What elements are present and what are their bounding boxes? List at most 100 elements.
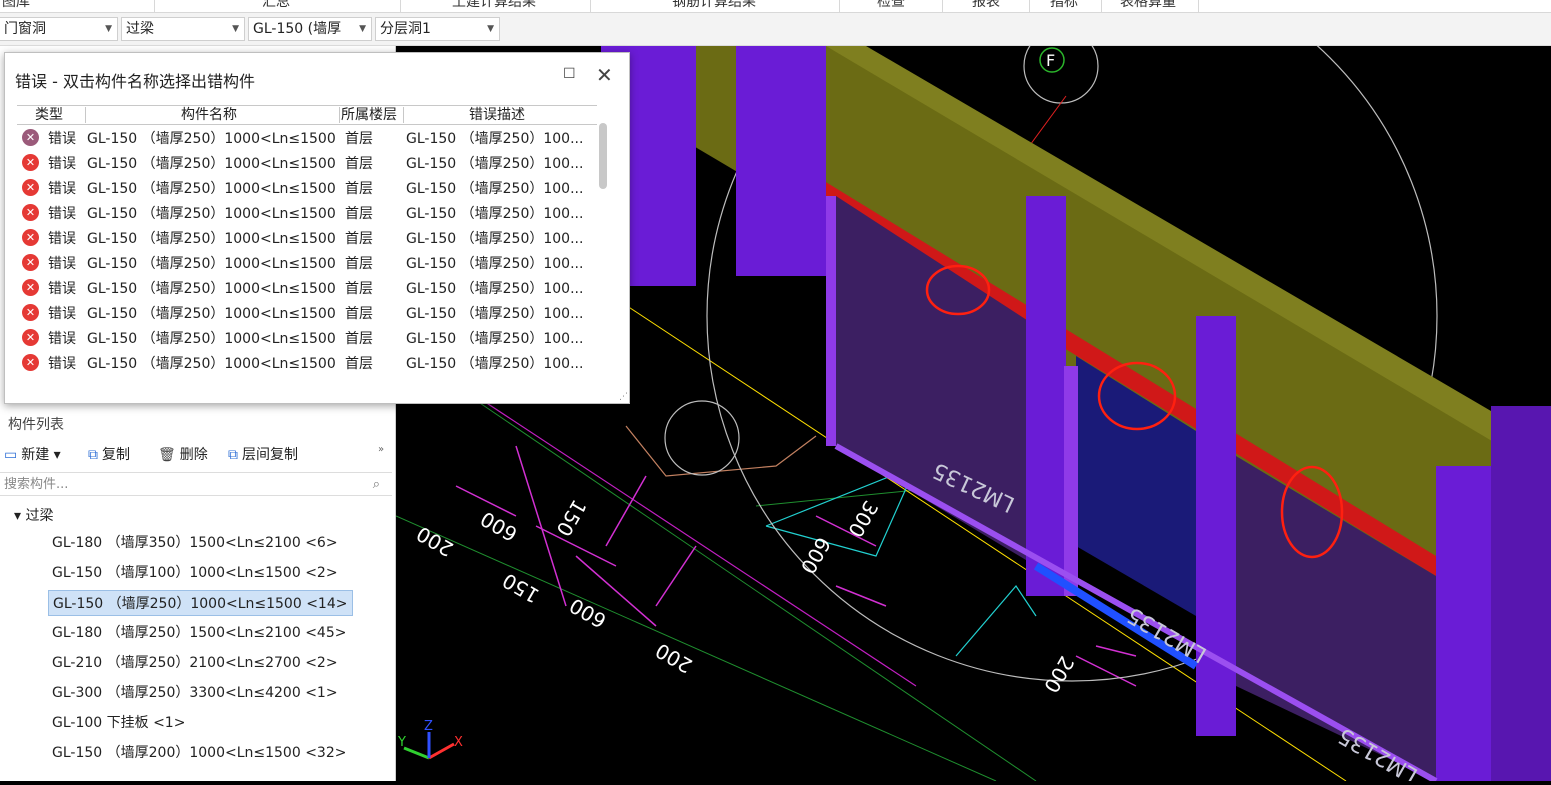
copy-button[interactable]: ⧉ 复制	[88, 444, 130, 464]
tab-index[interactable]: 指标	[1050, 0, 1078, 11]
error-row[interactable]: ✕ 错误 GL-150 （墙厚250）1000<Ln≤1500 首层 GL-150 （墙…	[17, 350, 597, 375]
error-row[interactable]: ✕ 错误 GL-150 （墙厚250）1000<Ln≤1500 首层 GL-150 （墙…	[17, 250, 597, 275]
layer-copy-button[interactable]: ⧉ 层间复制	[228, 444, 298, 464]
error-icon: ✕	[22, 304, 39, 321]
component-item[interactable]: GL-180 （墙厚350）1500<Ln≤2100 <6>	[48, 530, 353, 556]
component-item[interactable]: GL-150 （墙厚100）1000<Ln≤1500 <2>	[48, 560, 353, 586]
component-list-title: 构件列表	[8, 417, 64, 433]
tab-library[interactable]: 图库	[2, 0, 30, 11]
tab-table-quantity[interactable]: 表格算量	[1120, 0, 1176, 11]
component-item-selected[interactable]: GL-150 （墙厚250）1000<Ln≤1500 <14>	[48, 590, 353, 616]
error-description: GL-150 （墙厚250）100...	[406, 156, 584, 172]
error-icon: ✕	[22, 279, 39, 296]
dim-text-7: 300	[843, 497, 883, 542]
error-type: 错误	[48, 206, 76, 222]
error-type: 错误	[48, 356, 76, 372]
col-desc[interactable]: 错误描述	[469, 106, 525, 124]
component-item[interactable]: GL-100 下挂板 <1>	[48, 710, 353, 736]
error-icon: ✕	[22, 129, 39, 146]
error-description: GL-150 （墙厚250）100...	[406, 356, 584, 372]
error-description: GL-150 （墙厚250）100...	[406, 256, 584, 272]
error-component-name[interactable]: GL-150 （墙厚250）1000<Ln≤1500	[87, 278, 336, 298]
error-floor: 首层	[345, 181, 373, 197]
error-row[interactable]: ✕ 错误 GL-150 （墙厚250）1000<Ln≤1500 首层 GL-150 （墙…	[17, 200, 597, 225]
component-item[interactable]: GL-300 （墙厚250）3300<Ln≤4200 <1>	[48, 680, 353, 706]
error-component-name[interactable]: GL-150 （墙厚250）1000<Ln≤1500	[87, 128, 336, 148]
layer-copy-label: 层间复制	[242, 447, 298, 463]
error-component-name[interactable]: GL-150 （墙厚250）1000<Ln≤1500	[87, 228, 336, 248]
error-row[interactable]: ✕ 错误 GL-150 （墙厚250）1000<Ln≤1500 首层 GL-150 （墙…	[17, 325, 597, 350]
error-floor: 首层	[345, 331, 373, 347]
error-type: 错误	[48, 331, 76, 347]
tree-node-lintel[interactable]: ▾ 过梁	[14, 505, 53, 525]
error-component-name[interactable]: GL-150 （墙厚250）1000<Ln≤1500	[87, 153, 336, 173]
component-item[interactable]: GL-150 （墙厚200）1000<Ln≤1500 <32>	[48, 740, 353, 766]
tree-node-lintel-label: 过梁	[25, 508, 54, 524]
error-description: GL-150 （墙厚250）100...	[406, 206, 584, 222]
tab-summary[interactable]: 汇总	[262, 0, 290, 11]
error-table-scrollbar[interactable]	[599, 123, 607, 189]
dim-text-9: 200	[1039, 652, 1079, 697]
layer-select[interactable]: 分层洞1 ▼	[375, 17, 500, 41]
error-description: GL-150 （墙厚250）100...	[406, 231, 584, 247]
axis-label-f: F	[1046, 51, 1055, 70]
component-item[interactable]: GL-180 （墙厚250）1500<Ln≤2100 <45>	[48, 620, 353, 646]
tab-report[interactable]: 报表	[972, 0, 1000, 11]
dim-text-8: 600	[796, 533, 836, 578]
more-tools-icon[interactable]: »	[378, 444, 384, 455]
component-select[interactable]: GL-150 (墙厚 ▼	[248, 17, 372, 41]
error-component-name[interactable]: GL-150 （墙厚250）1000<Ln≤1500	[87, 203, 336, 223]
type-select[interactable]: 过梁 ▼	[121, 17, 245, 41]
error-floor: 首层	[345, 356, 373, 372]
component-search-input[interactable]: 搜索构件... ⌕	[0, 472, 392, 496]
error-row[interactable]: ✕ 错误 GL-150 （墙厚250）1000<Ln≤1500 首层 GL-150 （墙…	[17, 150, 597, 175]
close-icon[interactable]: ✕	[596, 63, 613, 87]
error-row[interactable]: ✕ 错误 GL-150 （墙厚250）1000<Ln≤1500 首层 GL-150 （墙…	[17, 225, 597, 250]
error-icon: ✕	[22, 354, 39, 371]
delete-button[interactable]: 🗑 删除	[158, 444, 208, 464]
error-row[interactable]: ✕ 错误 GL-150 （墙厚250）1000<Ln≤1500 首层 GL-150 （墙…	[17, 175, 597, 200]
error-component-name[interactable]: GL-150 （墙厚250）1000<Ln≤1500	[87, 253, 336, 273]
error-component-name[interactable]: GL-150 （墙厚250）1000<Ln≤1500	[87, 303, 336, 323]
copy-icon: ⧉	[88, 447, 98, 463]
chevron-down-icon: ▼	[105, 24, 112, 34]
chevron-down-icon: ▼	[359, 24, 366, 34]
error-row[interactable]: ✕ 错误 GL-150 （墙厚250）1000<Ln≤1500 首层 GL-150 （墙…	[17, 300, 597, 325]
maximize-icon[interactable]: ☐	[563, 66, 576, 82]
dim-text-4: 150	[498, 568, 543, 608]
error-type: 错误	[48, 281, 76, 297]
category-select[interactable]: 门窗洞 ▼	[0, 17, 118, 41]
error-row[interactable]: ✕ 错误 GL-150 （墙厚250）1000<Ln≤1500 首层 GL-150 （墙…	[17, 275, 597, 300]
component-list-toolbar: ▭ 新建 ▾ ⧉ 复制 🗑 删除 ⧉ 层间复制 »	[0, 440, 395, 470]
error-type: 错误	[48, 131, 76, 147]
error-icon: ✕	[22, 254, 39, 271]
tab-rebar-result[interactable]: 钢筋计算结果	[672, 0, 756, 11]
error-component-name[interactable]: GL-150 （墙厚250）1000<Ln≤1500	[87, 328, 336, 348]
col-type[interactable]: 类型	[35, 106, 63, 124]
dim-text-2: 600	[476, 507, 521, 547]
error-description: GL-150 （墙厚250）100...	[406, 306, 584, 322]
col-floor[interactable]: 所属楼层	[341, 106, 397, 124]
layer-copy-icon: ⧉	[228, 447, 238, 463]
error-icon: ✕	[22, 179, 39, 196]
error-floor: 首层	[345, 131, 373, 147]
tab-check[interactable]: 检查	[877, 0, 905, 11]
axis-gizmo: X Y Z	[397, 719, 463, 760]
dim-text-6: 200	[651, 638, 696, 678]
error-row[interactable]: ✕ 错误 GL-150 （墙厚250）1000<Ln≤1500 首层 GL-150 （墙…	[17, 125, 597, 150]
error-component-name[interactable]: GL-150 （墙厚250）1000<Ln≤1500	[87, 178, 336, 198]
error-component-name[interactable]: GL-150 （墙厚250）1000<Ln≤1500	[87, 353, 336, 373]
resize-grip-icon[interactable]: ⋰	[619, 392, 628, 402]
error-description: GL-150 （墙厚250）100...	[406, 131, 584, 147]
error-type: 错误	[48, 156, 76, 172]
error-description: GL-150 （墙厚250）100...	[406, 181, 584, 197]
error-description: GL-150 （墙厚250）100...	[406, 331, 584, 347]
trash-icon: 🗑	[158, 447, 176, 463]
error-floor: 首层	[345, 206, 373, 222]
new-button[interactable]: ▭ 新建 ▾	[4, 444, 61, 464]
tab-civil-result[interactable]: 土建计算结果	[452, 0, 536, 11]
component-item[interactable]: GL-210 （墙厚250）2100<Ln≤2700 <2>	[48, 650, 353, 676]
col-name[interactable]: 构件名称	[181, 106, 237, 124]
search-icon[interactable]: ⌕	[373, 473, 380, 497]
chevron-down-icon: ▼	[232, 24, 239, 34]
